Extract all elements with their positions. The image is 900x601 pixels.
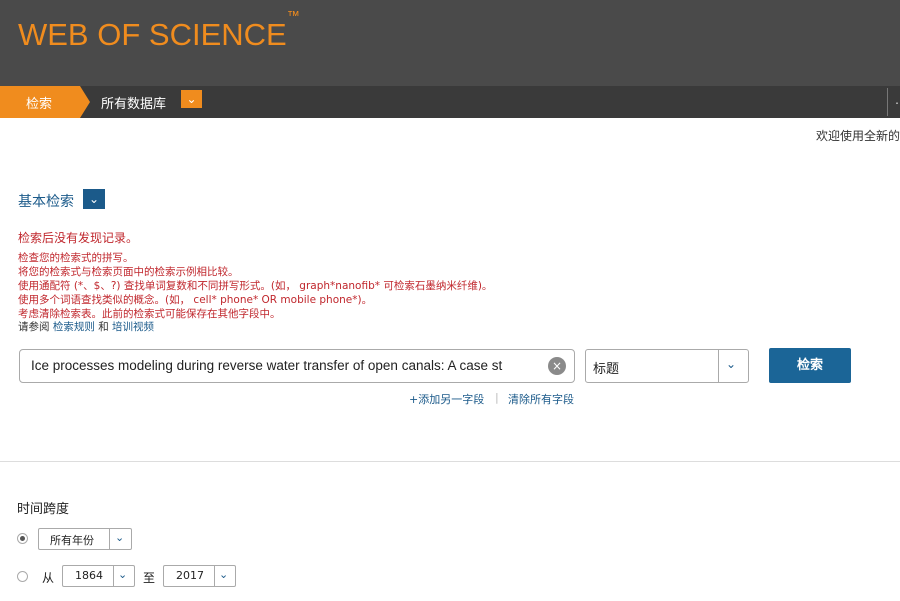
select-divider [113,566,114,586]
chevron-down-icon: ⌄ [115,531,125,544]
app-header: WEB OF SCIENCE™ [0,0,900,86]
search-button[interactable]: 检索 [769,348,851,383]
search-mode-dropdown-button[interactable]: ⌄ [83,189,105,209]
all-years-select[interactable]: 所有年份 ⌄ [38,528,132,550]
nav-right-item[interactable]: … [895,93,900,107]
to-label: 至 [143,571,156,585]
help-prefix: 请参阅 [18,321,50,333]
chevron-down-icon: ⌄ [118,568,128,581]
chevron-down-icon: ⌄ [186,92,197,106]
clear-input-icon[interactable]: × [548,357,566,375]
error-tip: 使用通配符 (*、$、?) 查找单词复数和不同拼写形式。(如， graph*na… [18,280,493,292]
no-results-message: 检索后没有发现记录。 [18,231,139,245]
chevron-down-icon: ⌄ [88,192,100,206]
clear-all-fields-link[interactable]: 清除所有字段 [508,391,574,407]
error-tip: 使用多个词语查找类似的概念。(如， cell* phone* OR mobile… [18,294,373,306]
radio-year-range[interactable] [17,571,28,582]
chevron-down-icon: ⌄ [219,568,229,581]
field-select-value: 标题 [593,362,620,377]
all-years-value: 所有年份 [50,534,94,547]
database-selector-label[interactable]: 所有数据库 [101,93,166,112]
help-and: 和 [98,321,109,333]
search-rules-link[interactable]: 检索规则 [53,321,95,333]
timespan-label: 时间跨度 [17,502,70,517]
tab-search-label: 检索 [26,97,53,112]
training-video-link[interactable]: 培训视频 [112,321,154,333]
basic-search-label[interactable]: 基本检索 [18,191,74,211]
to-year-value: 2017 [176,569,204,582]
search-query-text[interactable]: Ice processes modeling during reverse wa… [31,358,543,373]
database-dropdown-button[interactable]: ⌄ [181,90,202,108]
chevron-down-icon[interactable]: ⌄ [726,357,736,371]
nav-divider [887,88,888,116]
link-separator: | [495,391,499,404]
welcome-banner[interactable]: 欢迎使用全新的 [816,127,900,144]
search-input[interactable]: Ice processes modeling during reverse wa… [19,349,575,383]
field-select-divider [718,350,719,382]
from-label: 从 [42,571,55,585]
from-year-select[interactable]: 1864 ⌄ [62,565,135,587]
field-select[interactable]: 标题 ⌄ [585,349,749,383]
section-divider [0,461,900,462]
add-field-link[interactable]: +添加另一字段 [409,391,484,407]
radio-all-years[interactable] [17,533,28,544]
tab-search[interactable]: 检索 [0,86,90,118]
help-links: 请参阅 检索规则 和 培训视频 [18,319,154,334]
select-divider [214,566,215,586]
to-year-select[interactable]: 2017 ⌄ [163,565,236,587]
brand-logo[interactable]: WEB OF SCIENCE™ [18,8,300,53]
from-year-value: 1864 [75,569,103,582]
error-tip: 检查您的检索式的拼写。 [18,252,134,264]
error-tip: 将您的检索式与检索页面中的检索示例相比较。 [18,266,239,278]
select-divider [109,529,110,549]
